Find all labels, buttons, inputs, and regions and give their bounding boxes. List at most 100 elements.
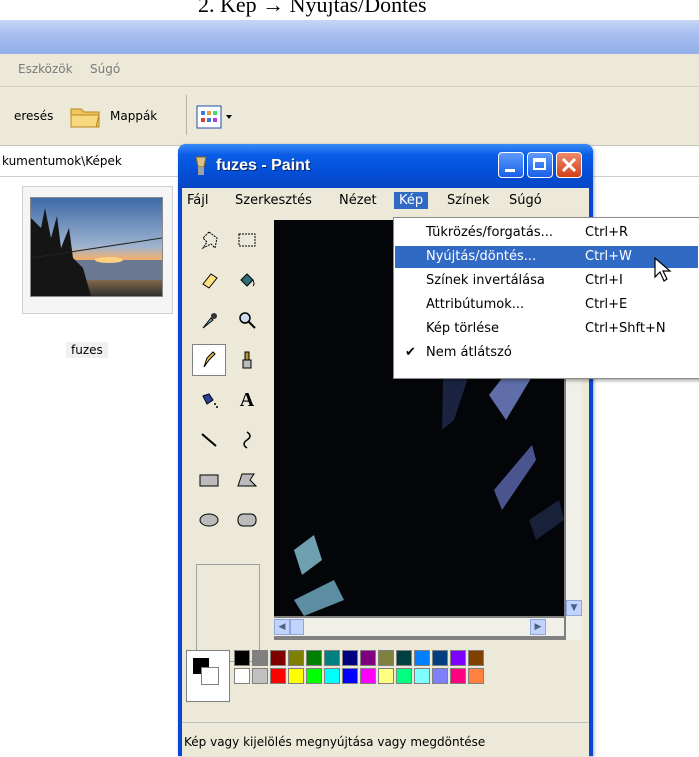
free-select-tool[interactable] (192, 224, 226, 256)
caption-strip: 2. Kép → Nyújtás/Döntés (0, 0, 699, 20)
color-swatch[interactable] (342, 668, 358, 684)
tool-options-box[interactable] (196, 564, 260, 662)
color-swatch[interactable] (414, 650, 430, 666)
color-swatch[interactable] (360, 650, 376, 666)
menu-item-shortcut: Ctrl+E (585, 297, 628, 312)
maximize-button[interactable] (527, 152, 553, 178)
menu-kep[interactable]: Kép (394, 192, 429, 209)
status-bar: Kép vagy kijelölés megnyújtása vagy megd… (182, 722, 589, 757)
thumbnail-image (30, 197, 163, 297)
color-picker-tool[interactable] (192, 304, 226, 336)
menu-item-attributes[interactable]: Attribútumok... Ctrl+E (395, 294, 698, 316)
scroll-left-button[interactable]: ◀ (274, 619, 290, 635)
line-icon (201, 433, 217, 447)
rectangle-tool[interactable] (192, 464, 226, 496)
menu-item-clear-image[interactable]: Kép törlése Ctrl+Shft+N (395, 318, 698, 340)
color-swatch[interactable] (252, 668, 268, 684)
color-swatch[interactable] (378, 668, 394, 684)
menu-szinek[interactable]: Színek (442, 192, 494, 209)
scroll-thumb[interactable] (290, 619, 304, 635)
menu-sugo-paint[interactable]: Súgó (504, 192, 547, 209)
ellipse-icon (199, 513, 219, 527)
menu-sugo[interactable]: Súgó (90, 62, 120, 76)
fill-tool[interactable] (230, 264, 264, 296)
menu-nezet[interactable]: Nézet (334, 192, 382, 209)
views-button[interactable] (196, 103, 240, 133)
maximize-icon (533, 158, 546, 170)
minimize-button[interactable] (498, 152, 524, 178)
color-swatch[interactable] (450, 650, 466, 666)
menu-item-draw-opaque[interactable]: ✔ Nem átlátszó (395, 342, 698, 364)
thumbnail-label[interactable]: fuzes (66, 342, 108, 358)
color-swatch[interactable] (360, 668, 376, 684)
paint-titlebar[interactable]: fuzes - Paint (178, 144, 593, 188)
rect-select-icon (238, 233, 256, 247)
color-swatch[interactable] (234, 668, 250, 684)
color-swatch[interactable] (468, 668, 484, 684)
color-swatch[interactable] (288, 650, 304, 666)
color-palette (186, 650, 586, 702)
menu-item-invert-colors[interactable]: Színek invertálása Ctrl+I (395, 270, 698, 292)
menu-szerkesztes[interactable]: Szerkesztés (230, 192, 317, 209)
line-tool[interactable] (192, 424, 226, 456)
rounded-rect-icon (237, 513, 257, 527)
brush-tool[interactable] (230, 344, 264, 376)
horizontal-scrollbar[interactable]: ◀ ▶ (274, 618, 564, 636)
rounded-rect-tool[interactable] (230, 504, 264, 536)
eraser-icon (202, 273, 218, 289)
pencil-tool[interactable] (192, 344, 226, 376)
menu-item-label: Nyújtás/döntés... (426, 249, 537, 264)
curve-tool[interactable] (230, 424, 264, 456)
eyedropper-icon (202, 313, 217, 329)
color-swatch[interactable] (252, 650, 268, 666)
paint-menubar: Fájl Szerkesztés Nézet Kép Színek Súgó (182, 188, 589, 214)
kep-menu-dropdown: Tükrözés/forgatás... Ctrl+R Nyújtás/dönt… (393, 217, 699, 379)
color-swatch[interactable] (306, 650, 322, 666)
color-swatch[interactable] (324, 650, 340, 666)
magnifier-icon (239, 312, 256, 329)
color-swatch[interactable] (234, 650, 250, 666)
paint-title: fuzes - Paint (216, 157, 311, 174)
close-icon (561, 157, 577, 173)
color-swatch[interactable] (432, 650, 448, 666)
folders-label: Mappák (110, 109, 158, 123)
scroll-right-button[interactable]: ▶ (530, 619, 546, 635)
pencil-icon (203, 351, 216, 368)
magnifier-tool[interactable] (230, 304, 264, 336)
text-tool[interactable]: A (230, 384, 264, 416)
current-colors[interactable] (186, 650, 230, 702)
mouse-cursor-icon (654, 257, 672, 282)
rect-select-tool[interactable] (230, 224, 264, 256)
eraser-tool[interactable] (192, 264, 226, 296)
ellipse-tool[interactable] (192, 504, 226, 536)
close-button[interactable] (556, 152, 582, 178)
search-label: eresés (14, 109, 54, 123)
color-swatch[interactable] (342, 650, 358, 666)
color-swatch[interactable] (288, 668, 304, 684)
color-swatch[interactable] (324, 668, 340, 684)
thumbnail-frame[interactable] (22, 186, 173, 314)
menu-fajl[interactable]: Fájl (182, 192, 213, 209)
airbrush-tool[interactable] (192, 384, 226, 416)
color-swatch[interactable] (468, 650, 484, 666)
background-color (201, 667, 219, 685)
color-swatch[interactable] (414, 668, 430, 684)
scroll-down-button[interactable]: ▼ (566, 600, 582, 616)
explorer-titlebar (0, 20, 699, 54)
menu-item-stretch-skew[interactable]: Nyújtás/döntés... Ctrl+W (395, 246, 698, 268)
color-swatch[interactable] (396, 668, 412, 684)
color-swatch[interactable] (270, 668, 286, 684)
menu-eszkozok[interactable]: Eszközök (18, 62, 73, 76)
folders-button[interactable]: Mappák (68, 101, 157, 131)
color-swatch[interactable] (378, 650, 394, 666)
color-swatch[interactable] (396, 650, 412, 666)
polygon-icon (237, 473, 258, 487)
chevron-down-icon: ▼ (570, 603, 578, 613)
color-swatch[interactable] (270, 650, 286, 666)
polygon-tool[interactable] (230, 464, 264, 496)
color-swatch[interactable] (432, 668, 448, 684)
search-button[interactable]: eresés (14, 101, 53, 131)
color-swatch[interactable] (306, 668, 322, 684)
color-swatch[interactable] (450, 668, 466, 684)
menu-item-flip-rotate[interactable]: Tükrözés/forgatás... Ctrl+R (395, 222, 698, 244)
